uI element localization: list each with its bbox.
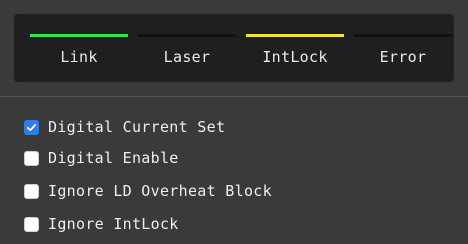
check-icon xyxy=(26,123,37,131)
indicator-laser-bar xyxy=(138,34,236,37)
option-digital-enable[interactable]: Digital Enable xyxy=(24,147,179,169)
digital-enable-checkbox[interactable] xyxy=(24,150,39,166)
indicator-error: Error xyxy=(354,34,452,74)
option-ignore-intlock[interactable]: Ignore IntLock xyxy=(24,213,179,235)
status-indicator-panel: Link Laser IntLock Error xyxy=(14,14,454,82)
indicator-error-label: Error xyxy=(379,48,427,66)
indicator-link: Link xyxy=(30,34,128,74)
ignore-intlock-label: Ignore IntLock xyxy=(48,215,179,233)
ignore-ld-overheat-block-checkbox[interactable] xyxy=(24,183,39,199)
indicator-link-bar xyxy=(30,34,128,37)
option-ignore-ld-overheat-block[interactable]: Ignore LD Overheat Block xyxy=(24,180,272,202)
indicator-laser: Laser xyxy=(138,34,236,74)
indicator-error-bar xyxy=(354,34,452,37)
option-digital-current-set[interactable]: Digital Current Set xyxy=(24,116,225,138)
indicator-intlock-label: IntLock xyxy=(262,48,328,66)
indicator-intlock: IntLock xyxy=(246,34,344,74)
indicator-link-label: Link xyxy=(60,48,98,66)
section-divider xyxy=(0,96,468,97)
indicator-laser-label: Laser xyxy=(163,48,211,66)
digital-current-set-checkbox[interactable] xyxy=(24,119,39,135)
digital-current-set-label: Digital Current Set xyxy=(48,118,226,136)
ignore-ld-overheat-block-label: Ignore LD Overheat Block xyxy=(48,182,272,200)
digital-enable-label: Digital Enable xyxy=(48,149,179,167)
indicator-intlock-bar xyxy=(246,34,344,37)
ignore-intlock-checkbox[interactable] xyxy=(24,216,39,232)
